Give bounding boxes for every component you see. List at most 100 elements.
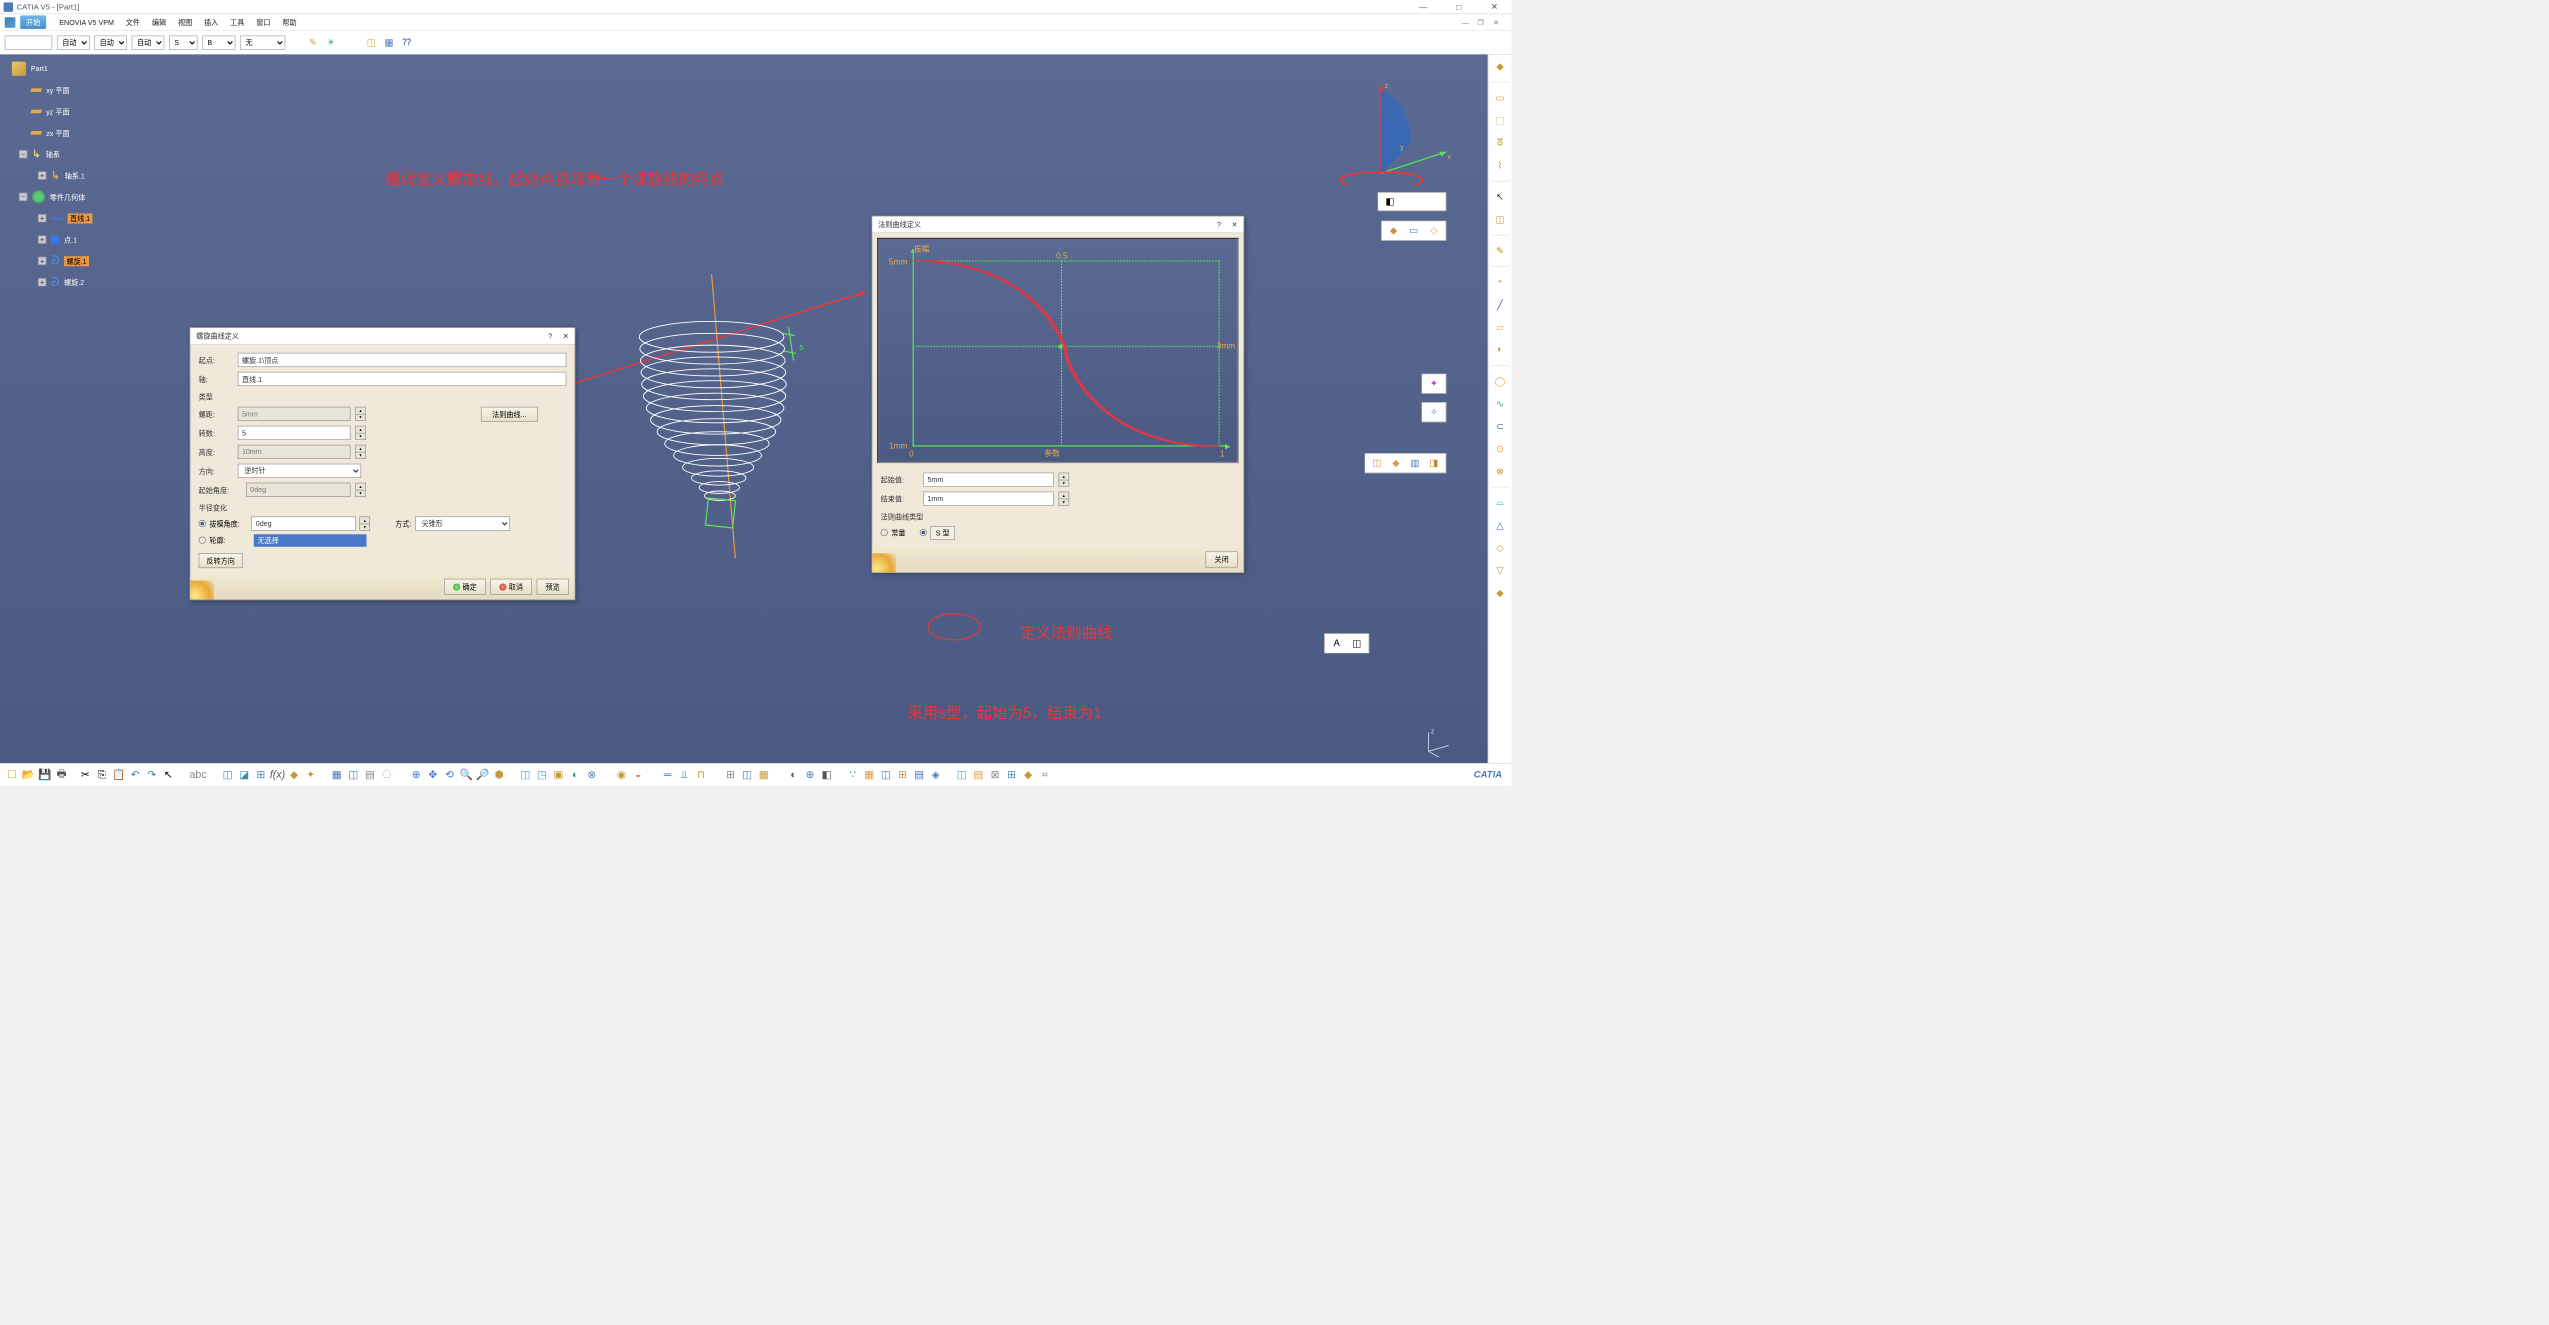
bt-icon[interactable]: ⫫ [677, 768, 691, 782]
bt-icon[interactable]: ◫ [221, 768, 235, 782]
none-select[interactable]: 无 [240, 35, 285, 49]
zoom-in-icon[interactable]: 🔍 [459, 768, 473, 782]
reverse-button[interactable]: 反转方向 [199, 553, 243, 568]
find-icon[interactable]: abc [191, 768, 205, 782]
pan-icon[interactable]: ✥ [426, 768, 440, 782]
zoom-out-icon[interactable]: 🔎 [476, 768, 490, 782]
doc-minimize[interactable]: — [1459, 18, 1471, 26]
preview-button[interactable]: 预览 [537, 579, 569, 595]
float-toolbar-5[interactable]: ◫ ◆ ▥ ◨ [1364, 453, 1446, 473]
doc-restore[interactable]: ❐ [1475, 18, 1487, 26]
auto-select-3[interactable]: 自动 [132, 35, 165, 49]
bt-icon[interactable]: ◫ [955, 768, 969, 782]
tree-helix2[interactable]: + ᘐ 螺旋.2 [12, 272, 93, 293]
bt-icon[interactable]: ⊠ [988, 768, 1002, 782]
expander-icon[interactable]: + [38, 278, 46, 286]
auto-select-1[interactable]: 自动 [57, 35, 90, 49]
doc-close[interactable]: ✕ [1490, 18, 1502, 26]
menu-start[interactable]: 开始 [20, 15, 46, 29]
rtb-icon[interactable]: ⬚ [1492, 112, 1509, 129]
bt-icon[interactable]: ◆ [1021, 768, 1035, 782]
float-toolbar-6[interactable]: A ◫ [1324, 633, 1369, 653]
render-icon[interactable]: ◉ [614, 768, 628, 782]
tree-axes[interactable]: − ↳ 轴系 [12, 144, 93, 165]
tree-zx-plane[interactable]: zx 平面 [12, 122, 93, 143]
axis-input[interactable] [238, 372, 567, 386]
profile-radio[interactable] [199, 537, 206, 544]
bt-icon[interactable]: ═ [661, 768, 675, 782]
rtb-icon[interactable]: ⊂ [1492, 418, 1509, 435]
spline-tool-icon[interactable]: ∿ [1492, 396, 1509, 413]
bt-icon[interactable]: ⊓ [694, 768, 708, 782]
menu-edit[interactable]: 编辑 [146, 15, 172, 29]
tb-ic[interactable]: ◆ [1386, 224, 1400, 238]
rtb-icon[interactable]: ⊙ [1492, 441, 1509, 458]
bt-icon[interactable]: ◆ [287, 768, 301, 782]
taper-spinner[interactable]: ▴▾ [360, 517, 371, 531]
sketch-icon[interactable]: ✎ [1492, 243, 1509, 260]
tree-helix1[interactable]: + ᘐ 螺旋.1 [12, 250, 93, 271]
tb-ic[interactable]: ◧ [1383, 195, 1397, 209]
rtb-icon[interactable]: ⊗ [1492, 463, 1509, 480]
save-icon[interactable]: 💾 [38, 768, 52, 782]
tb-ic[interactable]: ◇ [1427, 224, 1441, 238]
start-input[interactable] [238, 353, 567, 367]
bt-icon[interactable]: ▣ [551, 768, 565, 782]
iso-view-icon[interactable]: ◫ [518, 768, 532, 782]
tree-xy-plane[interactable]: xy 平面 [12, 79, 93, 100]
bt-icon[interactable]: ✦ [304, 768, 318, 782]
bt-icon[interactable]: ⎔ [380, 768, 394, 782]
ok-button[interactable]: 确定 [444, 579, 486, 595]
bt-icon[interactable]: ⊕ [803, 768, 817, 782]
turns-input[interactable] [238, 426, 351, 440]
point-tool-icon[interactable]: • [1492, 274, 1509, 291]
endv-input[interactable] [923, 492, 1053, 506]
expander-icon[interactable]: + [38, 235, 46, 243]
rotate-icon[interactable]: ⟲ [442, 768, 456, 782]
cancel-button[interactable]: 取消 [490, 579, 532, 595]
tb-ic[interactable]: ◫ [1370, 456, 1384, 470]
grid-icon[interactable]: ▦ [330, 768, 344, 782]
way-select[interactable]: 尖锥形 [415, 517, 510, 531]
rtb-icon[interactable]: ◐ [1492, 342, 1509, 359]
tree-body[interactable]: − 零件几何体 [12, 186, 93, 207]
tb-ic[interactable]: A [1330, 636, 1344, 650]
tb-ic[interactable]: ✦ [1427, 377, 1441, 391]
tb-ic[interactable]: ✧ [1427, 405, 1441, 419]
arrow-icon[interactable]: ↖ [1492, 189, 1509, 206]
menu-tools[interactable]: 工具 [224, 15, 250, 29]
rtb-icon[interactable]: △ [1492, 517, 1509, 534]
cut-icon[interactable]: ✂ [78, 768, 92, 782]
float-toolbar-4[interactable]: ✧ [1421, 402, 1446, 422]
menu-view[interactable]: 视图 [172, 15, 198, 29]
rtb-icon[interactable]: ◫ [1492, 211, 1509, 228]
law-dialog-title[interactable]: 法则曲线定义 ? ✕ [872, 216, 1243, 233]
minimize-button[interactable]: — [1410, 0, 1437, 14]
bt-icon[interactable]: ⬢ [492, 768, 506, 782]
dialog-close-icon[interactable]: ✕ [563, 332, 569, 340]
endv-spinner[interactable]: ▴▾ [1059, 492, 1070, 506]
bt-icon[interactable]: ⊞ [895, 768, 909, 782]
help-pointer-icon[interactable]: ⁇ [400, 36, 413, 49]
expander-icon[interactable]: + [38, 214, 46, 222]
bt-icon[interactable]: ◪ [237, 768, 251, 782]
startv-input[interactable] [923, 473, 1053, 487]
expander-icon[interactable]: + [38, 257, 46, 265]
open-icon[interactable]: 📂 [21, 768, 35, 782]
print-icon[interactable]: 🖶 [55, 768, 69, 782]
check-icon[interactable]: ☀ [324, 36, 337, 49]
tb-ic[interactable]: ▥ [1408, 456, 1422, 470]
plane-tool-icon[interactable]: ▱ [1492, 319, 1509, 336]
profile-value[interactable]: 无选择 [254, 534, 367, 546]
rtb-icon[interactable]: ▭ [1492, 90, 1509, 107]
rtb-icon[interactable]: ◆ [1492, 585, 1509, 602]
height-spinner[interactable]: ▴▾ [355, 445, 366, 459]
tb-ic[interactable]: ◫ [1350, 636, 1364, 650]
bt-icon[interactable]: ⊞ [723, 768, 737, 782]
float-toolbar-1[interactable]: ◧ [1378, 192, 1447, 211]
bt-icon[interactable]: ◈ [929, 768, 943, 782]
tree-line1[interactable]: + 直线.1 [12, 208, 93, 229]
bt-icon[interactable]: ▦ [757, 768, 771, 782]
tb-icon-2[interactable]: ▦ [382, 36, 395, 49]
fit-icon[interactable]: ⊕ [409, 768, 423, 782]
